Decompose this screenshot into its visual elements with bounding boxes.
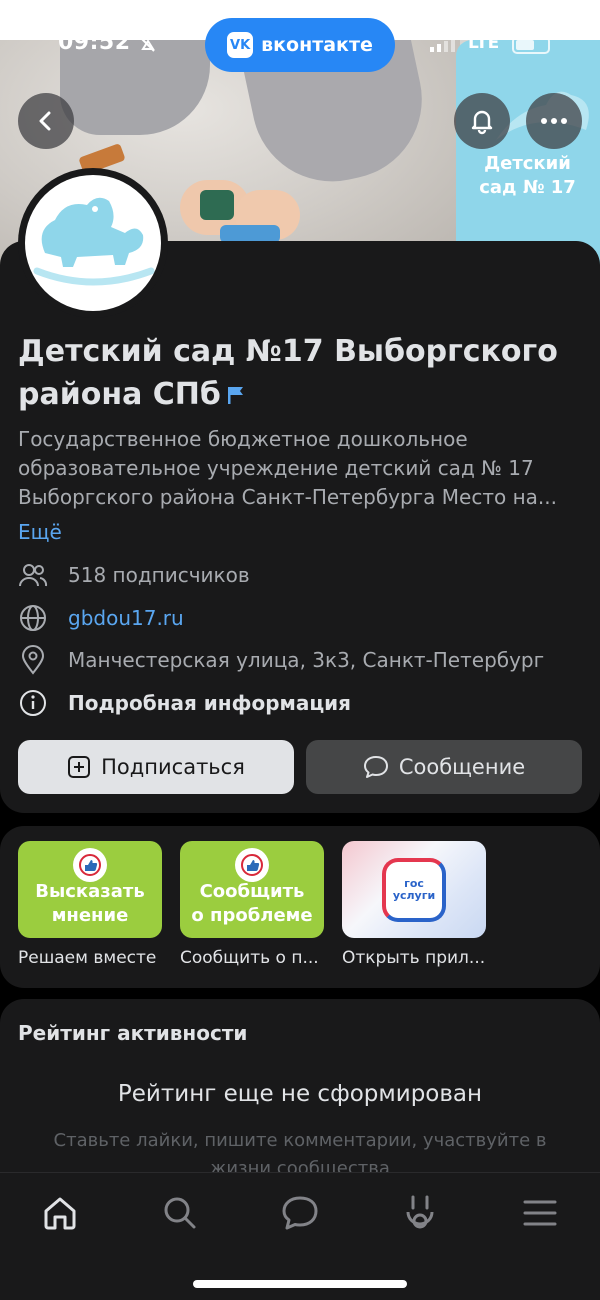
tab-search[interactable]	[160, 1193, 200, 1233]
gosuslugi-logo: гос услуги	[382, 857, 446, 922]
signal-icon	[430, 38, 455, 52]
app-caption: Открыть прил...	[342, 948, 486, 968]
subscribers-row[interactable]: 518 подписчиков	[18, 558, 588, 592]
details-label: Подробная информация	[68, 691, 352, 715]
tab-menu[interactable]	[520, 1193, 560, 1233]
community-apps-card: Высказать мнение Решаем вместе Сообщить …	[0, 826, 600, 988]
menu-icon	[523, 1200, 557, 1226]
more-dots-icon	[541, 118, 567, 124]
community-description: Государственное бюджетное дошкольное обр…	[18, 427, 558, 509]
messages-icon	[282, 1196, 318, 1230]
globe-icon	[20, 605, 46, 631]
details-row[interactable]: Подробная информация	[18, 686, 588, 720]
notifications-button[interactable]	[454, 93, 510, 149]
website-row[interactable]: gbdou17.ru	[18, 601, 588, 635]
rocking-horse-icon	[33, 197, 155, 286]
back-button[interactable]	[18, 93, 74, 149]
bell-icon	[471, 110, 493, 135]
silent-icon	[141, 38, 155, 52]
search-icon	[164, 1197, 196, 1229]
add-square-icon	[68, 756, 91, 778]
chevron-left-icon	[39, 111, 51, 131]
rating-title: Рейтинг активности	[18, 1021, 248, 1045]
message-button[interactable]: Сообщение	[306, 740, 582, 794]
subscribe-label: Подписаться	[101, 755, 245, 779]
app-caption: Сообщить о п...	[180, 948, 319, 968]
avatar[interactable]	[25, 175, 161, 311]
app-share-opinion[interactable]: Высказать мнение Решаем вместе	[18, 841, 162, 968]
address-row[interactable]: Манчестерская улица, 3к3, Санкт-Петербур…	[18, 643, 588, 677]
community-title: Детский сад №17 Выборгского района СПб	[18, 334, 558, 412]
vk-logo-icon: VK	[227, 32, 254, 58]
more-button[interactable]	[526, 93, 582, 149]
home-indicator[interactable]	[193, 1280, 407, 1288]
battery-icon	[512, 36, 550, 54]
network-type: LTE	[468, 33, 500, 53]
show-more-link[interactable]: Ещё	[18, 520, 62, 544]
location-pin-icon	[21, 645, 45, 675]
thumbs-up-badge-icon	[73, 848, 107, 882]
app-gosuslugi[interactable]: гос услуги Открыть прил...	[342, 841, 486, 968]
address-text: Манчестерская улица, 3к3, Санкт-Петербур…	[68, 648, 545, 672]
subscribers-count: 518 подписчиков	[68, 563, 250, 587]
subscribe-button[interactable]: Подписаться	[18, 740, 294, 794]
status-time: 09:52	[58, 30, 131, 55]
verified-flag-icon	[227, 387, 243, 404]
vk-pill-label: вконтакте	[261, 34, 373, 56]
cover-logo-text: Детский сад № 17	[479, 153, 576, 198]
tab-home[interactable]	[40, 1193, 80, 1233]
website-link[interactable]: gbdou17.ru	[68, 606, 184, 630]
app-tile: Сообщить о проблеме	[180, 841, 324, 938]
app-report-problem[interactable]: Сообщить о проблеме Сообщить о п...	[180, 841, 324, 968]
tab-messages[interactable]	[280, 1193, 320, 1233]
info-icon	[20, 690, 46, 716]
app-caption: Решаем вместе	[18, 948, 157, 968]
rating-headline: Рейтинг еще не сформирован	[117, 1081, 483, 1107]
message-bubble-icon	[363, 756, 388, 778]
community-profile-card	[0, 241, 600, 813]
vk-app-pill[interactable]: VK вконтакте	[205, 18, 395, 72]
tab-clips[interactable]	[400, 1193, 440, 1233]
activity-rating-card: Рейтинг активности Рейтинг еще не сформи…	[0, 999, 600, 1199]
users-icon	[19, 564, 48, 587]
thumbs-up-badge-icon	[235, 848, 269, 882]
message-label: Сообщение	[398, 755, 526, 779]
home-icon	[44, 1197, 76, 1230]
app-tile: гос услуги	[342, 841, 486, 938]
clips-icon	[406, 1195, 434, 1229]
app-tile: Высказать мнение	[18, 841, 162, 938]
